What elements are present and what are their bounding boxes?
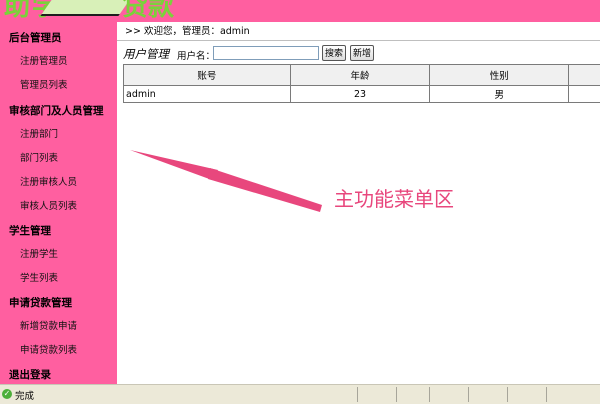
page-title: 用户管理 xyxy=(123,47,169,61)
arrow-head xyxy=(130,150,218,180)
status-bar: ✓ 完成 xyxy=(0,384,600,404)
table-row: admin 23 男 xyxy=(123,85,600,103)
user-table: 账号 年龄 性别 admin 23 男 xyxy=(123,64,600,103)
header-banner: 助学 贷款 xyxy=(0,0,600,22)
status-divider xyxy=(507,387,508,402)
menu-group-dept-reviewer[interactable]: 审核部门及人员管理 xyxy=(0,99,117,123)
menu-item-admin-list[interactable]: 管理员列表 xyxy=(0,74,117,98)
annotation-label: 主功能菜单区 xyxy=(334,187,454,211)
welcome-bar: >> 欢迎您，管理员：admin xyxy=(117,22,600,41)
cell-account: admin xyxy=(123,85,291,103)
search-button[interactable]: 搜索 xyxy=(322,45,346,61)
column-header-account: 账号 xyxy=(123,64,291,86)
menu-item-dept-list[interactable]: 部门列表 xyxy=(0,147,117,171)
add-button[interactable]: 新增 xyxy=(350,45,374,61)
sidebar-menu: 后台管理员 注册管理员 管理员列表 审核部门及人员管理 注册部门 部门列表 注册… xyxy=(0,22,117,384)
username-label: 用户名： xyxy=(177,51,216,62)
menu-item-register-dept[interactable]: 注册部门 xyxy=(0,123,117,147)
search-toolbar: 用户管理 用户名： 搜索 新增 xyxy=(117,43,600,65)
column-header-age: 年龄 xyxy=(289,64,431,86)
column-header-extra xyxy=(568,64,600,86)
menu-group-student[interactable]: 学生管理 xyxy=(0,219,117,243)
status-divider xyxy=(357,387,358,402)
status-text: 完成 xyxy=(15,391,35,402)
username-input[interactable] xyxy=(213,46,319,60)
menu-group-admin[interactable]: 后台管理员 xyxy=(0,26,117,50)
table-header-row: 账号 年龄 性别 xyxy=(123,64,600,86)
cell-gender: 男 xyxy=(429,85,570,103)
menu-item-reviewer-list[interactable]: 审核人员列表 xyxy=(0,195,117,219)
menu-item-loan-list[interactable]: 申请贷款列表 xyxy=(0,339,117,363)
menu-item-new-loan[interactable]: 新增贷款申请 xyxy=(0,315,117,339)
arrow-shaft xyxy=(208,168,322,212)
cell-extra xyxy=(568,85,600,103)
menu-item-student-list[interactable]: 学生列表 xyxy=(0,267,117,291)
status-divider xyxy=(546,387,547,402)
menu-item-register-student[interactable]: 注册学生 xyxy=(0,243,117,267)
column-header-gender: 性别 xyxy=(429,64,570,86)
logo-text-right: 贷款 xyxy=(122,0,175,22)
cell-age: 23 xyxy=(289,85,431,103)
status-divider xyxy=(429,387,430,402)
menu-item-register-reviewer[interactable]: 注册审核人员 xyxy=(0,171,117,195)
menu-group-loan[interactable]: 申请贷款管理 xyxy=(0,291,117,315)
menu-item-register-admin[interactable]: 注册管理员 xyxy=(0,50,117,74)
logo-swoosh xyxy=(40,0,130,16)
status-divider xyxy=(468,387,469,402)
status-divider xyxy=(396,387,397,402)
check-circle-icon: ✓ xyxy=(2,389,12,399)
